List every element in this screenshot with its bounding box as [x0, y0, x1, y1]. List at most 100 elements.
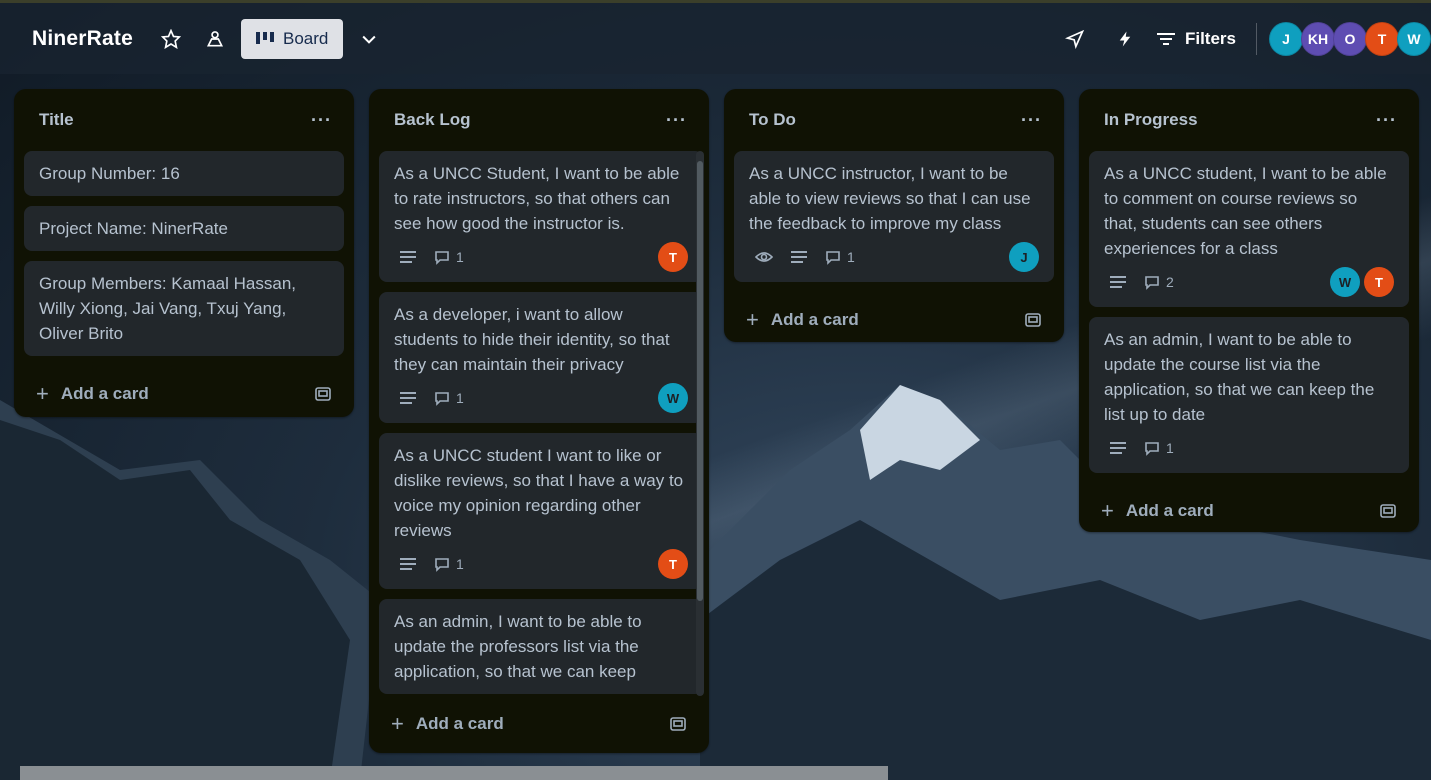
description-icon — [791, 250, 807, 264]
card[interactable]: As a UNCC student, I want to be able to … — [1089, 151, 1409, 307]
card-text: Group Members: Kamaal Hassan, Willy Xion… — [39, 274, 296, 343]
filter-icon — [1156, 32, 1175, 45]
card-text: Group Number: 16 — [39, 164, 180, 183]
comment-icon — [1145, 441, 1159, 456]
card-text: As an admin, I want to be able to update… — [394, 612, 642, 681]
plus-icon: + — [746, 307, 759, 332]
card[interactable]: As a developer, i want to allow students… — [379, 292, 703, 423]
member-avatar[interactable]: W — [1397, 21, 1431, 56]
board-view-icon — [256, 31, 274, 44]
comments-badge: 2 — [1144, 270, 1174, 295]
plus-icon: + — [391, 711, 404, 736]
filters-button[interactable]: Filters — [1156, 28, 1236, 49]
comments-badge: 1 — [825, 245, 855, 270]
member-avatar[interactable]: T — [1365, 21, 1399, 56]
add-card-label: Add a card — [770, 310, 859, 329]
list-back-log: Back Log ··· As a UNCC Student, I want t… — [369, 89, 709, 753]
list-name[interactable]: To Do — [749, 110, 796, 130]
card-text: As a UNCC Student, I want to be able to … — [394, 164, 680, 233]
comment-icon — [826, 250, 840, 265]
watch-eye-icon — [755, 250, 773, 264]
board-name[interactable]: NinerRate — [32, 27, 133, 51]
card-text: As an admin, I want to be able to update… — [1104, 330, 1375, 424]
list-scrollbar-thumb[interactable] — [697, 161, 703, 601]
card[interactable]: As a UNCC student I want to like or disl… — [379, 433, 703, 589]
description-icon — [400, 557, 416, 571]
comment-icon — [1145, 275, 1159, 290]
list-cards-scroll[interactable]: As a UNCC Student, I want to be able to … — [369, 151, 709, 696]
comments-badge: 1 — [434, 386, 464, 411]
comment-count: 2 — [1166, 273, 1174, 290]
card-text: As a UNCC instructor, I want to be able … — [749, 164, 1031, 233]
comment-count: 1 — [1166, 439, 1174, 456]
add-card-button[interactable]: + Add a card — [1079, 483, 1419, 539]
board-header: NinerRate Board Filters J KH O T W — [0, 0, 1431, 74]
card-template-icon[interactable] — [1024, 311, 1042, 329]
card-member-avatar[interactable]: W — [1330, 267, 1360, 297]
member-avatar[interactable]: J — [1269, 21, 1303, 56]
workspace-visibility-icon[interactable] — [197, 21, 233, 57]
comment-count: 1 — [847, 248, 855, 265]
card-text: As a UNCC student, I want to be able to … — [1104, 164, 1387, 258]
add-card-label: Add a card — [415, 714, 504, 733]
card-member-avatar[interactable]: J — [1009, 242, 1039, 272]
board-view-label: Board — [283, 28, 329, 48]
list-menu-icon[interactable]: ··· — [1021, 110, 1042, 131]
card-template-icon[interactable] — [669, 715, 687, 733]
list-to-do: To Do ··· As a UNCC instructor, I want t… — [724, 89, 1064, 342]
card-text: As a developer, i want to allow students… — [394, 305, 670, 374]
plus-icon: + — [36, 381, 49, 406]
comment-count: 1 — [456, 555, 464, 572]
card-member-avatar[interactable]: T — [658, 242, 688, 272]
list-menu-icon[interactable]: ··· — [666, 110, 687, 131]
description-icon — [1110, 441, 1126, 455]
card-text: As a UNCC student I want to like or disl… — [394, 446, 684, 540]
list-name[interactable]: Back Log — [394, 110, 471, 130]
star-icon[interactable] — [153, 21, 189, 57]
add-card-button[interactable]: + Add a card — [369, 696, 709, 752]
list-name[interactable]: In Progress — [1104, 110, 1198, 130]
add-card-label: Add a card — [60, 384, 149, 403]
comment-count: 1 — [456, 389, 464, 406]
card[interactable]: Project Name: NinerRate — [24, 206, 344, 251]
list-name[interactable]: Title — [39, 110, 74, 130]
header-divider — [1256, 22, 1257, 55]
automation-bolt-icon[interactable] — [1107, 21, 1143, 57]
comment-icon — [435, 250, 449, 265]
card[interactable]: As a UNCC Student, I want to be able to … — [379, 151, 703, 282]
list-title: Title ··· Group Number: 16 Project Name:… — [14, 89, 354, 417]
member-avatar[interactable]: O — [1333, 21, 1367, 56]
comments-badge: 1 — [434, 552, 464, 577]
list-menu-icon[interactable]: ··· — [311, 110, 332, 131]
description-icon — [1110, 275, 1126, 289]
card-template-icon[interactable] — [314, 385, 332, 403]
comments-badge: 1 — [434, 245, 464, 270]
card-template-icon[interactable] — [1379, 502, 1397, 520]
description-icon — [400, 250, 416, 264]
plus-icon: + — [1101, 498, 1114, 523]
list-menu-icon[interactable]: ··· — [1376, 110, 1397, 131]
card[interactable]: As an admin, I want to be able to update… — [1089, 317, 1409, 473]
member-avatar[interactable]: KH — [1301, 21, 1335, 56]
card-member-avatar[interactable]: T — [1364, 267, 1394, 297]
card-member-avatar[interactable]: T — [658, 549, 688, 579]
description-icon — [400, 391, 416, 405]
card[interactable]: As a UNCC instructor, I want to be able … — [734, 151, 1054, 282]
comment-icon — [435, 391, 449, 406]
chevron-down-icon[interactable] — [351, 21, 387, 57]
comment-count: 1 — [456, 248, 464, 265]
card[interactable]: Group Members: Kamaal Hassan, Willy Xion… — [24, 261, 344, 356]
card-member-avatar[interactable]: W — [658, 383, 688, 413]
card-text: Project Name: NinerRate — [39, 219, 228, 238]
add-card-button[interactable]: + Add a card — [724, 292, 1064, 348]
power-ups-icon[interactable] — [1057, 21, 1093, 57]
card[interactable]: As an admin, I want to be able to update… — [379, 599, 703, 694]
board-view-button[interactable]: Board — [241, 18, 344, 59]
filters-label: Filters — [1184, 28, 1236, 48]
board-horizontal-scrollbar[interactable] — [20, 766, 888, 780]
add-card-label: Add a card — [1125, 501, 1214, 520]
board-members: J KH O T W — [1269, 21, 1431, 56]
add-card-button[interactable]: + Add a card — [14, 366, 354, 422]
card[interactable]: Group Number: 16 — [24, 151, 344, 196]
list-in-progress: In Progress ··· As a UNCC student, I wan… — [1079, 89, 1419, 532]
